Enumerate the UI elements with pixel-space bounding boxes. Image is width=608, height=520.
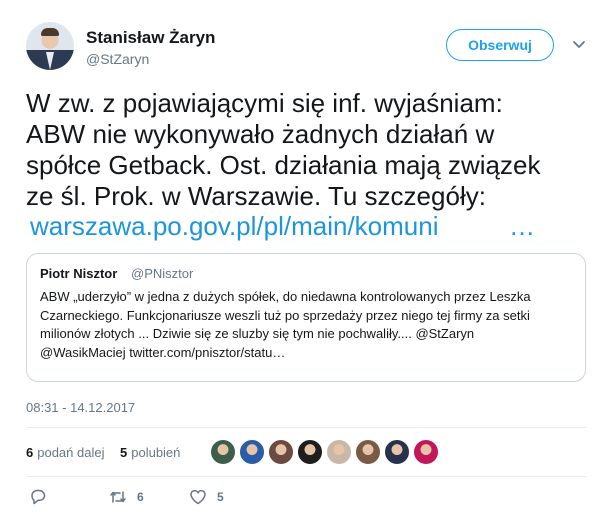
liker-avatar[interactable] <box>268 439 294 465</box>
liker-avatar[interactable] <box>413 439 439 465</box>
quoted-text-line: ABW „uderzyło” w jedna z dużych spółek, … <box>40 289 531 304</box>
likes-label: polubień <box>131 445 181 460</box>
tweet-timestamp[interactable]: 08:31 - 14.12.2017 <box>26 400 135 415</box>
author-name[interactable]: Stanisław Żaryn <box>86 28 215 48</box>
chevron-down-icon[interactable] <box>571 36 587 52</box>
retweets-label: podań dalej <box>37 445 105 460</box>
quoted-author-name: Piotr Nisztor <box>40 266 118 281</box>
quoted-tweet[interactable]: Piotr Nisztor @PNisztor ABW „uderzyło” w… <box>26 253 586 382</box>
author-avatar[interactable] <box>26 22 74 70</box>
quoted-text-line: Czarneckiego. Funkcjonariusze weszli tuż… <box>40 307 530 323</box>
tweet-text-line: spółce Getback. Ost. działania mają zwią… <box>26 150 541 180</box>
reply-icon <box>31 489 46 505</box>
tweet-header: Stanisław Żaryn @StZaryn Obserwuj <box>26 22 586 72</box>
liker-avatar[interactable] <box>384 439 410 465</box>
tweet-text-line: W zw. z pojawiającymi się inf. wyjaśniam… <box>26 88 503 118</box>
divider <box>26 476 586 477</box>
retweet-icon <box>110 491 126 503</box>
retweets-count: 6 <box>26 445 34 460</box>
retweet-count: 6 <box>137 490 144 504</box>
like-count: 5 <box>217 490 224 504</box>
heart-icon <box>190 489 206 505</box>
quoted-tweet-text: ABW „uderzyło” w jedna z dużych spółek, … <box>40 288 576 362</box>
author-handle[interactable]: @StZaryn <box>86 51 149 67</box>
likes-stat[interactable]: 5 polubień <box>120 445 180 460</box>
avatar-hair <box>41 28 59 36</box>
retweet-button[interactable]: 6 <box>108 486 144 508</box>
quoted-text-line: @WasikMaciej twitter.com/pnisztor/statu… <box>40 344 286 360</box>
tweet-text: W zw. z pojawiającymi się inf. wyjaśniam… <box>26 88 586 212</box>
liker-avatar[interactable] <box>210 439 236 465</box>
liker-avatar[interactable] <box>239 439 265 465</box>
tweet-text-line: ABW nie wykonywało żadnych działań w <box>26 119 495 149</box>
tweet-stats: 6 podań dalej 5 polubień <box>26 436 586 472</box>
liker-avatar[interactable] <box>355 439 381 465</box>
quoted-author-handle: @PNisztor <box>131 266 194 281</box>
reply-button[interactable] <box>28 486 57 508</box>
like-button[interactable]: 5 <box>188 486 224 508</box>
tweet-link-ellipsis[interactable]: … <box>509 211 535 242</box>
tweet-actions: 6 5 <box>26 486 586 510</box>
liker-avatar[interactable] <box>326 439 352 465</box>
likes-count: 5 <box>120 445 128 460</box>
divider <box>26 427 586 428</box>
avatar-shirt <box>46 52 54 70</box>
quoted-text-line: milionów złotych ... Dziwie się ze sluzb… <box>40 326 475 341</box>
liker-avatar[interactable] <box>297 439 323 465</box>
retweets-stat[interactable]: 6 podań dalej <box>26 445 104 460</box>
follow-button[interactable]: Obserwuj <box>446 29 554 61</box>
tweet-link[interactable]: warszawa.po.gov.pl/pl/main/komuni <box>30 211 438 242</box>
tweet-text-line: ze śl. Prok. w Warszawie. Tu szczegóły: <box>26 181 486 211</box>
